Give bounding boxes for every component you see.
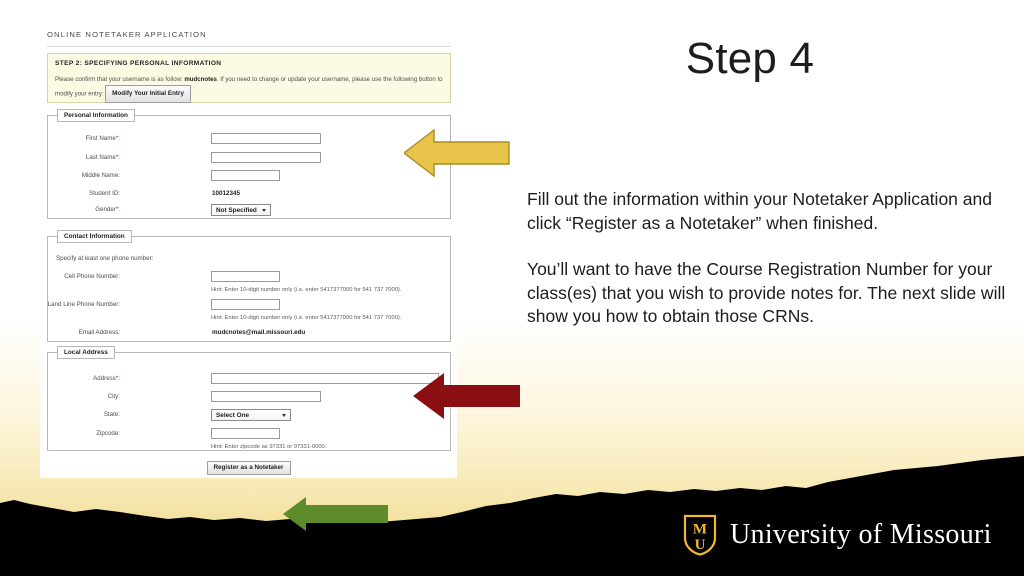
local-address-fieldset: Local Address Address*: City: State: Sel…	[47, 346, 451, 451]
cell-phone-label: Cell Phone Number:	[64, 273, 120, 280]
land-line-hint: Hint: Enter 10-digit number only (i.e. e…	[211, 315, 402, 321]
body-paragraph-2: You’ll want to have the Course Registrat…	[527, 259, 1006, 326]
university-logo: M U University of Missouri	[683, 514, 992, 556]
cell-phone-hint: Hint: Enter 10-digit number only (i.e. e…	[211, 287, 402, 293]
field-row-state: State: Select One	[48, 409, 291, 422]
middle-name-label: Middle Name:	[81, 172, 120, 179]
phone-requirement-note: Specify at least one phone number:	[56, 255, 154, 262]
address-input[interactable]	[211, 373, 439, 384]
field-row-middle-name: Middle Name:	[48, 170, 288, 183]
field-row-land-line: Land Line Phone Number:	[48, 299, 288, 312]
modify-initial-entry-button[interactable]: Modify Your Initial Entry	[105, 85, 191, 103]
university-wordmark: University of Missouri	[730, 519, 992, 550]
field-row-address: Address*:	[48, 373, 439, 386]
step2-instruction: Please confirm that your username is as …	[55, 74, 447, 103]
shield-divider	[689, 535, 711, 537]
zipcode-input[interactable]	[211, 428, 280, 439]
shield-letter-u: U	[695, 537, 706, 553]
personal-information-fieldset: Personal Information First Name*: Last N…	[47, 109, 451, 219]
field-row-email: Email Address: mudcnotes@mail.missouri.e…	[48, 327, 306, 340]
red-arrow	[413, 373, 520, 419]
field-row-student-id: Student ID: 10012345	[48, 188, 288, 201]
personal-information-legend: Personal Information	[57, 109, 135, 122]
body-paragraph-1: Fill out the information within your Not…	[527, 189, 992, 233]
body-copy: Fill out the information within your Not…	[527, 188, 1007, 329]
student-id-label: Student ID:	[89, 190, 120, 197]
zipcode-label: Zipcode:	[96, 430, 120, 437]
yellow-arrow	[404, 128, 510, 178]
first-name-label: First Name*:	[85, 135, 120, 142]
address-label: Address*:	[93, 375, 120, 382]
cell-phone-input[interactable]	[211, 271, 280, 282]
step2-title: STEP 2: SPECIFYING PERSONAL INFORMATION	[55, 60, 222, 67]
land-line-input[interactable]	[211, 299, 280, 310]
state-select[interactable]: Select One	[211, 409, 291, 421]
local-address-legend: Local Address	[57, 346, 115, 359]
first-name-input[interactable]	[211, 133, 321, 144]
application-header-title: ONLINE NOTETAKER APPLICATION	[47, 30, 207, 39]
page-title: Step 4	[685, 34, 815, 83]
state-label: State:	[103, 411, 120, 418]
step2-notice-box: STEP 2: SPECIFYING PERSONAL INFORMATION …	[47, 53, 451, 103]
notetaker-application-screenshot: ONLINE NOTETAKER APPLICATION STEP 2: SPE…	[40, 26, 457, 478]
red-arrow-shape	[413, 373, 520, 419]
mu-shield-icon: M U	[683, 514, 717, 556]
gender-label: Gender*:	[95, 206, 120, 213]
slide-canvas: ONLINE NOTETAKER APPLICATION STEP 2: SPE…	[0, 0, 1024, 576]
zipcode-hint: Hint: Enter zipcode as 97331 or 97331-00…	[211, 444, 327, 450]
email-address-label: Email Address:	[78, 329, 120, 336]
contact-information-legend: Contact Information	[57, 230, 132, 243]
field-row-zipcode: Zipcode:	[48, 428, 288, 441]
chevron-down-icon	[282, 413, 286, 417]
green-arrow-shape	[283, 497, 388, 531]
city-input[interactable]	[211, 391, 321, 402]
yellow-arrow-shape	[404, 128, 510, 178]
submit-row: Register as a Notetaker	[40, 461, 457, 475]
last-name-label: Last Name*:	[85, 154, 120, 161]
field-row-gender: Gender*: Not Specified	[48, 204, 288, 217]
field-row-cell-phone: Cell Phone Number:	[48, 271, 288, 284]
gender-selected-value: Not Specified	[216, 206, 257, 214]
chevron-down-icon	[262, 208, 266, 212]
middle-name-input[interactable]	[211, 170, 280, 181]
field-row-first-name: First Name*:	[48, 133, 321, 146]
gender-select[interactable]: Not Specified	[211, 204, 271, 216]
username-value: mudcnotes	[184, 76, 217, 83]
field-row-city: City:	[48, 391, 321, 404]
contact-information-fieldset: Contact Information Specify at least one…	[47, 230, 451, 342]
register-as-notetaker-button[interactable]: Register as a Notetaker	[206, 461, 291, 475]
city-label: City:	[107, 393, 120, 400]
last-name-input[interactable]	[211, 152, 321, 163]
land-line-label: Land Line Phone Number:	[47, 301, 120, 308]
state-selected-value: Select One	[216, 411, 250, 419]
step2-text-before: Please confirm that your username is as …	[55, 76, 185, 83]
green-arrow	[283, 497, 388, 531]
header-divider	[47, 46, 451, 47]
email-address-value: mudcnotes@mail.missouri.edu	[212, 329, 306, 336]
field-row-last-name: Last Name*:	[48, 152, 321, 165]
student-id-value: 10012345	[212, 190, 241, 197]
